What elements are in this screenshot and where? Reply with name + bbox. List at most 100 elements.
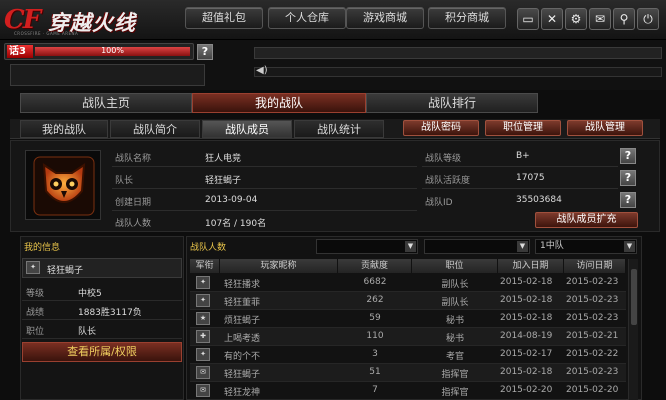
col-rank[interactable]: 军衔 — [190, 259, 220, 273]
position-manage-button[interactable]: 职位管理 — [485, 120, 561, 136]
subtab-clan-members[interactable]: 战队成员 — [202, 120, 292, 138]
power-icon[interactable]: ⏻ — [637, 8, 659, 30]
my-info-row: 职位 队长 — [22, 321, 182, 339]
cell-join-date: 2015-02-18 — [500, 313, 553, 323]
col-visit-date[interactable]: 访问日期 — [564, 259, 626, 273]
clan-level-help-icon[interactable]: ? — [620, 148, 636, 164]
clan-id-help-icon[interactable]: ? — [620, 192, 636, 208]
squad-filter-dropdown[interactable]: ▼ — [424, 239, 530, 254]
cell-nickname: 轻狂龙神 — [224, 388, 261, 398]
clan-id-value: 35503684 — [516, 195, 562, 205]
nav-points-store-button[interactable]: 积分商城 — [428, 7, 506, 29]
cell-nickname: 上喝考透 — [224, 334, 261, 344]
tab-my-clan[interactable]: 我的战队 — [192, 93, 366, 113]
table-row[interactable]: ✉ 轻狂龙神 7 指挥官 2015-02-20 2015-02-20 — [190, 382, 626, 400]
view-permissions-button[interactable]: 查看所属/权限 — [22, 342, 182, 362]
cell-contribution: 59 — [369, 313, 381, 323]
cell-contribution: 51 — [369, 367, 381, 377]
cell-join-date: 2015-02-18 — [500, 367, 553, 377]
activity-value: 17075 — [516, 173, 545, 183]
clan-password-button[interactable]: 战队密码 — [403, 120, 479, 136]
cell-nickname: 轻狂播求 — [224, 280, 261, 290]
my-info-value: 队长 — [78, 327, 97, 337]
cell-contribution: 3 — [372, 349, 378, 359]
table-row[interactable]: ✦ 有的个不 3 考官 2015-02-17 2015-02-22 — [190, 346, 626, 364]
members-value: 107名 / 190名 — [205, 219, 267, 229]
cell-nickname: 轻狂蝎子 — [224, 370, 261, 380]
col-nickname[interactable]: 玩家昵称 — [220, 259, 338, 273]
col-position[interactable]: 职位 — [412, 259, 498, 273]
tab-clan-ranking[interactable]: 战队排行 — [366, 93, 538, 113]
created-label: 创建日期 — [115, 198, 152, 208]
created-value: 2013-09-04 — [205, 195, 258, 205]
location-icon[interactable]: ⚲ — [613, 8, 635, 30]
network-icon[interactable]: ⚙ — [565, 8, 587, 30]
subtab-clan-stats[interactable]: 战队统计 — [294, 120, 384, 138]
table-row[interactable]: ★ 烦狂蝎子 59 秘书 2015-02-18 2015-02-23 — [190, 310, 626, 328]
clan-id-label: 战队ID — [425, 198, 453, 208]
expand-members-button[interactable]: 战队成员扩充 — [535, 212, 638, 228]
minimize-icon[interactable]: ▭ — [517, 8, 539, 30]
subtab-my-clan[interactable]: 我的战队 — [20, 120, 108, 138]
table-row[interactable]: ✦ 轻狂播求 6682 副队长 2015-02-18 2015-02-23 — [190, 274, 626, 292]
members-label: 战队人数 — [115, 219, 152, 229]
cell-nickname: 轻狂董菲 — [224, 298, 261, 308]
clan-manage-button[interactable]: 战队管理 — [567, 120, 643, 136]
cell-position: 秘书 — [445, 316, 464, 326]
nav-warehouse-button[interactable]: 个人仓库 — [268, 7, 346, 29]
help-icon[interactable]: ? — [197, 44, 213, 60]
scrollbar-thumb[interactable] — [631, 269, 637, 325]
cell-join-date: 2015-02-17 — [500, 349, 553, 359]
my-info-value: 1883胜3117负 — [78, 308, 142, 318]
cell-nickname: 烦狂蝎子 — [224, 316, 261, 326]
activity-help-icon[interactable]: ? — [620, 170, 636, 186]
col-join-date[interactable]: 加入日期 — [498, 259, 564, 273]
speaker-icon[interactable]: ◀) — [256, 65, 268, 76]
table-row[interactable]: ✚ 上喝考透 110 秘书 2014-08-19 2015-02-21 — [190, 328, 626, 346]
level-bar: 话3 100% — [4, 43, 194, 60]
table-row[interactable]: ✉ 轻狂蝎子 51 指挥官 2015-02-18 2015-02-23 — [190, 364, 626, 382]
leader-label: 队长 — [115, 176, 134, 186]
cell-position: 秘书 — [445, 334, 464, 344]
exp-text: 100% — [101, 46, 124, 55]
cell-visit-date: 2015-02-22 — [566, 349, 619, 359]
cell-visit-date: 2015-02-23 — [566, 367, 619, 377]
my-info-row: 战绩 1883胜3117负 — [22, 302, 182, 320]
squad-dropdown[interactable]: 1中队 ▼ — [535, 239, 637, 254]
nav-game-store-button[interactable]: 游戏商城 — [346, 7, 424, 29]
rank-icon: ✦ — [26, 261, 40, 274]
table-row[interactable]: ✦ 轻狂董菲 262 副队长 2015-02-18 2015-02-23 — [190, 292, 626, 310]
clan-name-label: 战队名称 — [115, 154, 152, 164]
clan-level-value: B+ — [516, 151, 530, 161]
cell-position: 副队长 — [441, 280, 469, 290]
nav-value-pack-button[interactable]: 超值礼包 — [185, 7, 263, 29]
tab-clan-home[interactable]: 战队主页 — [20, 93, 192, 113]
exp-bar: 100% — [35, 46, 190, 56]
leader-value: 轻狂蝎子 — [205, 176, 242, 186]
member-table-title: 战队人数 — [190, 243, 227, 253]
cell-contribution: 6682 — [363, 277, 387, 287]
cell-visit-date: 2015-02-23 — [566, 313, 619, 323]
rank-icon: ✉ — [196, 384, 210, 397]
subtab-clan-intro[interactable]: 战队简介 — [110, 120, 200, 138]
cell-visit-date: 2015-02-23 — [566, 295, 619, 305]
clan-level-label: 战队等级 — [425, 154, 462, 164]
cell-visit-date: 2015-02-23 — [566, 277, 619, 287]
cell-position: 指挥官 — [441, 388, 469, 398]
mail-icon[interactable]: ✉ — [589, 8, 611, 30]
message-box — [10, 64, 205, 86]
member-filter-dropdown[interactable]: ▼ — [316, 239, 418, 254]
my-name: 轻狂蝎子 — [47, 266, 84, 276]
divider — [112, 188, 417, 189]
col-contribution[interactable]: 贡献度 — [338, 259, 412, 273]
rank-icon: ✚ — [196, 330, 210, 343]
cell-contribution: 262 — [366, 295, 384, 305]
chevron-down-icon: ▼ — [517, 241, 528, 252]
squad-value: 1中队 — [540, 241, 564, 251]
close-x-icon[interactable]: ✕ — [541, 8, 563, 30]
cell-position: 指挥官 — [441, 370, 469, 380]
table-scrollbar[interactable] — [628, 259, 638, 400]
clan-emblem — [25, 150, 101, 220]
activity-label: 战队活跃度 — [425, 176, 471, 186]
cell-position: 副队长 — [441, 298, 469, 308]
